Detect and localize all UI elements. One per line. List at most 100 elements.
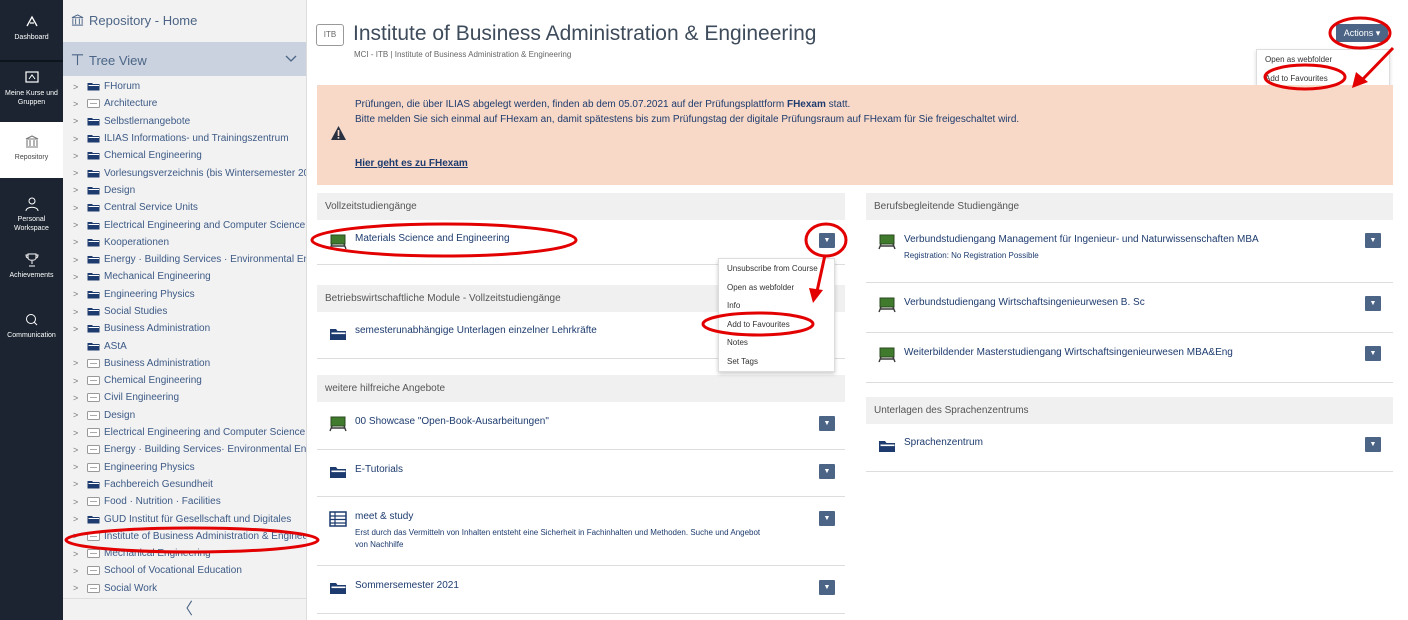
chevron-right-icon[interactable]: > bbox=[73, 566, 83, 576]
mainbar-achievements[interactable]: Achievements bbox=[0, 252, 63, 284]
chevron-right-icon[interactable]: > bbox=[73, 479, 83, 489]
tree-node[interactable]: > FHorum bbox=[63, 78, 306, 95]
menu-item[interactable]: Unsubscribe from Course bbox=[719, 259, 834, 278]
page-title: Institute of Business Administration & E… bbox=[353, 22, 817, 45]
tree-node[interactable]: > School of Vocational Education bbox=[63, 562, 306, 579]
folder-icon bbox=[87, 342, 100, 351]
item-actions-dropdown[interactable]: ▼ bbox=[1365, 233, 1381, 248]
chevron-right-icon[interactable]: > bbox=[73, 376, 83, 386]
mainbar-repository[interactable]: Repository bbox=[0, 122, 63, 178]
tree-node[interactable]: > Chemical Engineering bbox=[63, 147, 306, 164]
tree-node[interactable]: > Civil Engineering bbox=[63, 389, 306, 406]
chevron-right-icon[interactable]: > bbox=[73, 272, 83, 282]
tree-node[interactable]: > Electrical Engineering and Computer Sci… bbox=[63, 216, 306, 233]
chevron-right-icon[interactable]: > bbox=[73, 324, 83, 334]
menu-item[interactable]: Add to Favourites bbox=[719, 315, 834, 334]
menu-item[interactable]: Notes bbox=[719, 333, 834, 352]
chevron-right-icon[interactable]: > bbox=[73, 410, 83, 420]
chevron-right-icon[interactable]: > bbox=[73, 428, 83, 438]
chevron-right-icon[interactable]: > bbox=[73, 531, 83, 541]
chevron-right-icon[interactable]: > bbox=[73, 185, 83, 195]
chevron-right-icon[interactable]: > bbox=[73, 514, 83, 524]
actions-dropdown-button[interactable]: Actions ▾ bbox=[1336, 24, 1388, 42]
item-actions-dropdown[interactable]: ▼ bbox=[819, 416, 835, 431]
chevron-right-icon[interactable]: > bbox=[73, 168, 83, 178]
collapse-slate-button[interactable]: 〈 bbox=[63, 598, 306, 620]
chevron-right-icon[interactable]: > bbox=[73, 289, 83, 299]
chevron-right-icon[interactable]: > bbox=[73, 255, 83, 265]
fhexam-link[interactable]: Hier geht es zu FHexam bbox=[355, 158, 468, 169]
chevron-right-icon[interactable]: > bbox=[73, 134, 83, 144]
tree-node[interactable]: > Institute of Business Administration & … bbox=[63, 528, 306, 545]
chevron-right-icon[interactable]: > bbox=[73, 203, 83, 213]
chevron-down-icon[interactable] bbox=[285, 55, 297, 63]
chevron-right-icon[interactable]: > bbox=[73, 220, 83, 230]
mainbar-dashboard[interactable]: Dashboard bbox=[0, 14, 63, 48]
menu-item[interactable]: Open as webfolder bbox=[1257, 50, 1389, 69]
mainbar-communication[interactable]: Communication bbox=[0, 312, 63, 344]
chevron-right-icon[interactable]: > bbox=[73, 82, 83, 92]
tree-node[interactable]: > Central Service Units bbox=[63, 199, 306, 216]
chevron-right-icon[interactable]: > bbox=[73, 549, 83, 559]
tree-node[interactable]: > Business Administration bbox=[63, 355, 306, 372]
tree-node[interactable]: > Vorlesungsverzeichnis (bis Wintersemest… bbox=[63, 164, 306, 181]
item-actions-dropdown[interactable]: ▼ bbox=[1365, 437, 1381, 452]
folder-icon bbox=[330, 467, 346, 478]
tree-node[interactable]: > Business Administration bbox=[63, 320, 306, 337]
tree-node[interactable]: > Mechanical Engineering bbox=[63, 268, 306, 285]
chevron-right-icon[interactable]: > bbox=[73, 99, 83, 109]
item-title-link[interactable]: Verbundstudiengang Wirtschaftsingenieurw… bbox=[904, 297, 1145, 308]
menu-item[interactable]: Open as webfolder bbox=[719, 278, 834, 297]
item-actions-dropdown[interactable]: ▼ bbox=[819, 580, 835, 595]
tree-node[interactable]: > Design bbox=[63, 182, 306, 199]
item-title-link[interactable]: semesterunabhängige Unterlagen einzelner… bbox=[355, 325, 597, 336]
tree-node[interactable]: > Architecture bbox=[63, 95, 306, 112]
tree-node[interactable]: > Social Studies bbox=[63, 303, 306, 320]
chevron-right-icon[interactable]: > bbox=[73, 497, 83, 507]
chevron-right-icon[interactable]: > bbox=[73, 462, 83, 472]
chevron-right-icon[interactable]: > bbox=[73, 583, 83, 593]
tree-node[interactable]: > Energy · Building Services · Environmen… bbox=[63, 251, 306, 268]
menu-item[interactable]: Info bbox=[719, 296, 834, 315]
item-actions-dropdown[interactable]: ▼ bbox=[819, 233, 835, 248]
item-title-link[interactable]: 00 Showcase "Open-Book-Ausarbeitungen" bbox=[355, 416, 549, 427]
item-actions-dropdown[interactable]: ▼ bbox=[819, 464, 835, 479]
item-title-link[interactable]: meet & study bbox=[355, 511, 413, 522]
chevron-right-icon[interactable]: > bbox=[73, 237, 83, 247]
chevron-right-icon[interactable]: > bbox=[73, 445, 83, 455]
item-actions-dropdown[interactable]: ▼ bbox=[1365, 296, 1381, 311]
tree-node[interactable]: > Energy · Building Services· Environment… bbox=[63, 441, 306, 458]
chevron-right-icon[interactable]: > bbox=[73, 151, 83, 161]
tree-node[interactable]: > Engineering Physics bbox=[63, 286, 306, 303]
item-title-link[interactable]: E-Tutorials bbox=[355, 464, 403, 475]
tree-node[interactable]: > ILIAS Informations- und Trainingszentru… bbox=[63, 130, 306, 147]
chevron-right-icon[interactable]: > bbox=[73, 116, 83, 126]
mainbar-courses[interactable]: Meine Kurse und Gruppen bbox=[0, 70, 63, 118]
tree-node[interactable]: > Chemical Engineering bbox=[63, 372, 306, 389]
tree-node[interactable]: > Mechanical Engineering bbox=[63, 545, 306, 562]
item-title-link[interactable]: Sommersemester 2021 bbox=[355, 580, 459, 591]
chevron-right-icon[interactable]: > bbox=[73, 393, 83, 403]
chevron-right-icon[interactable]: > bbox=[73, 358, 83, 368]
tree-view-header[interactable]: Tree View bbox=[63, 42, 306, 76]
tree-node[interactable]: > Design bbox=[63, 407, 306, 424]
tree-node[interactable]: AStA bbox=[63, 337, 306, 354]
tree-node[interactable]: > Fachbereich Gesundheit bbox=[63, 476, 306, 493]
tree-node[interactable]: > Selbstlernangebote bbox=[63, 113, 306, 130]
repository-home-link[interactable]: Repository - Home bbox=[63, 0, 306, 40]
menu-item[interactable]: Set Tags bbox=[719, 352, 834, 371]
item-title-link[interactable]: Weiterbildender Masterstudiengang Wirtsc… bbox=[904, 347, 1233, 358]
item-actions-dropdown[interactable]: ▼ bbox=[1365, 346, 1381, 361]
tree-node[interactable]: > Social Work bbox=[63, 580, 306, 597]
tree-node[interactable]: > Kooperationen bbox=[63, 234, 306, 251]
chevron-right-icon[interactable]: > bbox=[73, 307, 83, 317]
tree-node[interactable]: > Engineering Physics bbox=[63, 459, 306, 476]
item-actions-dropdown[interactable]: ▼ bbox=[819, 511, 835, 526]
item-title-link[interactable]: Verbundstudiengang Management für Ingeni… bbox=[904, 234, 1259, 245]
mainbar-personal-workspace[interactable]: Personal Workspace bbox=[0, 196, 63, 238]
item-title-link[interactable]: Materials Science and Engineering bbox=[355, 233, 510, 244]
tree-node[interactable]: > Electrical Engineering and Computer Sci… bbox=[63, 424, 306, 441]
tree-node[interactable]: > Food · Nutrition · Facilities bbox=[63, 493, 306, 510]
item-title-link[interactable]: Sprachenzentrum bbox=[904, 437, 983, 448]
tree-node[interactable]: > GUD Institut für Gesellschaft und Digit… bbox=[63, 510, 306, 527]
